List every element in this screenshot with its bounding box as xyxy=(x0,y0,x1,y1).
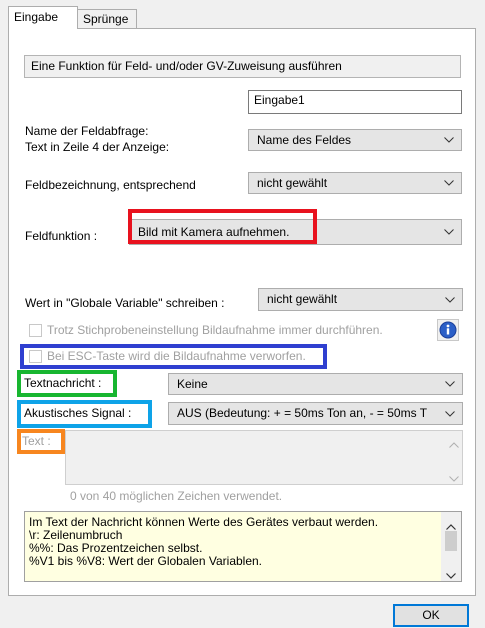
name-label: Name der Feldabfrage: xyxy=(25,124,149,138)
description-text: Eine Funktion für Feld- und/oder GV-Zuwe… xyxy=(31,59,342,73)
scroll-thumb[interactable] xyxy=(445,531,457,551)
tab-spruenge[interactable]: Sprünge xyxy=(77,9,137,28)
function-label: Feldfunktion : xyxy=(25,229,98,243)
fieldname-select[interactable]: nicht gewählt xyxy=(248,172,462,194)
line4-select[interactable]: Name des Feldes xyxy=(248,129,462,151)
chevron-up-icon[interactable] xyxy=(446,519,456,530)
note-scrollbar[interactable] xyxy=(441,512,461,581)
tab-spruenge-label: Sprünge xyxy=(83,12,129,26)
always-capture-checkbox[interactable] xyxy=(29,324,42,337)
fieldname-label: Feldbezeichnung, entsprechend xyxy=(25,178,196,192)
message-select[interactable]: Keine xyxy=(168,373,463,395)
highlight-green xyxy=(17,370,117,397)
chevron-down-icon[interactable] xyxy=(449,471,459,482)
sound-select[interactable]: AUS (Bedeutung: + = 50ms Ton an, - = 50m… xyxy=(168,402,463,425)
chevron-down-icon xyxy=(445,403,455,424)
chevron-down-icon xyxy=(444,220,454,244)
fieldname-select-value: nicht gewählt xyxy=(257,176,328,190)
globalvar-select-value: nicht gewählt xyxy=(267,292,338,306)
ok-button[interactable]: OK xyxy=(393,604,469,627)
highlight-red xyxy=(128,209,317,244)
highlight-blue xyxy=(20,344,327,369)
line4-select-value: Name des Feldes xyxy=(257,133,352,147)
chevron-down-icon xyxy=(444,130,454,150)
chevron-up-icon[interactable] xyxy=(449,437,459,448)
help-note: Im Text der Nachricht können Werte des G… xyxy=(24,511,462,582)
tab-eingabe[interactable]: Eingabe xyxy=(8,6,78,29)
name-input[interactable]: Eingabe1 xyxy=(248,90,462,114)
name-input-value: Eingabe1 xyxy=(254,93,305,107)
note-line: %V1 bis %V8: Wert der Globalen Variablen… xyxy=(29,554,263,568)
text-textarea[interactable] xyxy=(65,430,463,485)
chevron-down-icon xyxy=(445,374,455,394)
message-select-value: Keine xyxy=(177,377,208,391)
sound-select-value: AUS (Bedeutung: + = 50ms Ton an, - = 50m… xyxy=(177,406,428,420)
line4-label: Text in Zeile 4 der Anzeige: xyxy=(25,140,170,154)
globalvar-label: Wert in "Globale Variable" schreiben : xyxy=(25,296,225,310)
char-counter: 0 von 40 möglichen Zeichen verwendet. xyxy=(70,489,283,503)
highlight-cyan xyxy=(17,400,152,428)
info-circle-icon[interactable] xyxy=(437,319,459,341)
globalvar-select[interactable]: nicht gewählt xyxy=(258,288,463,311)
tab-eingabe-label: Eingabe xyxy=(14,10,59,24)
always-capture-label: Trotz Stichprobeneinstellung Bildaufnahm… xyxy=(47,323,383,337)
highlight-orange xyxy=(17,429,65,454)
description-box: Eine Funktion für Feld- und/oder GV-Zuwe… xyxy=(24,55,461,78)
chevron-down-icon xyxy=(444,173,454,193)
chevron-down-icon xyxy=(445,289,455,310)
chevron-down-icon[interactable] xyxy=(446,568,456,579)
ok-button-label: OK xyxy=(422,608,440,622)
